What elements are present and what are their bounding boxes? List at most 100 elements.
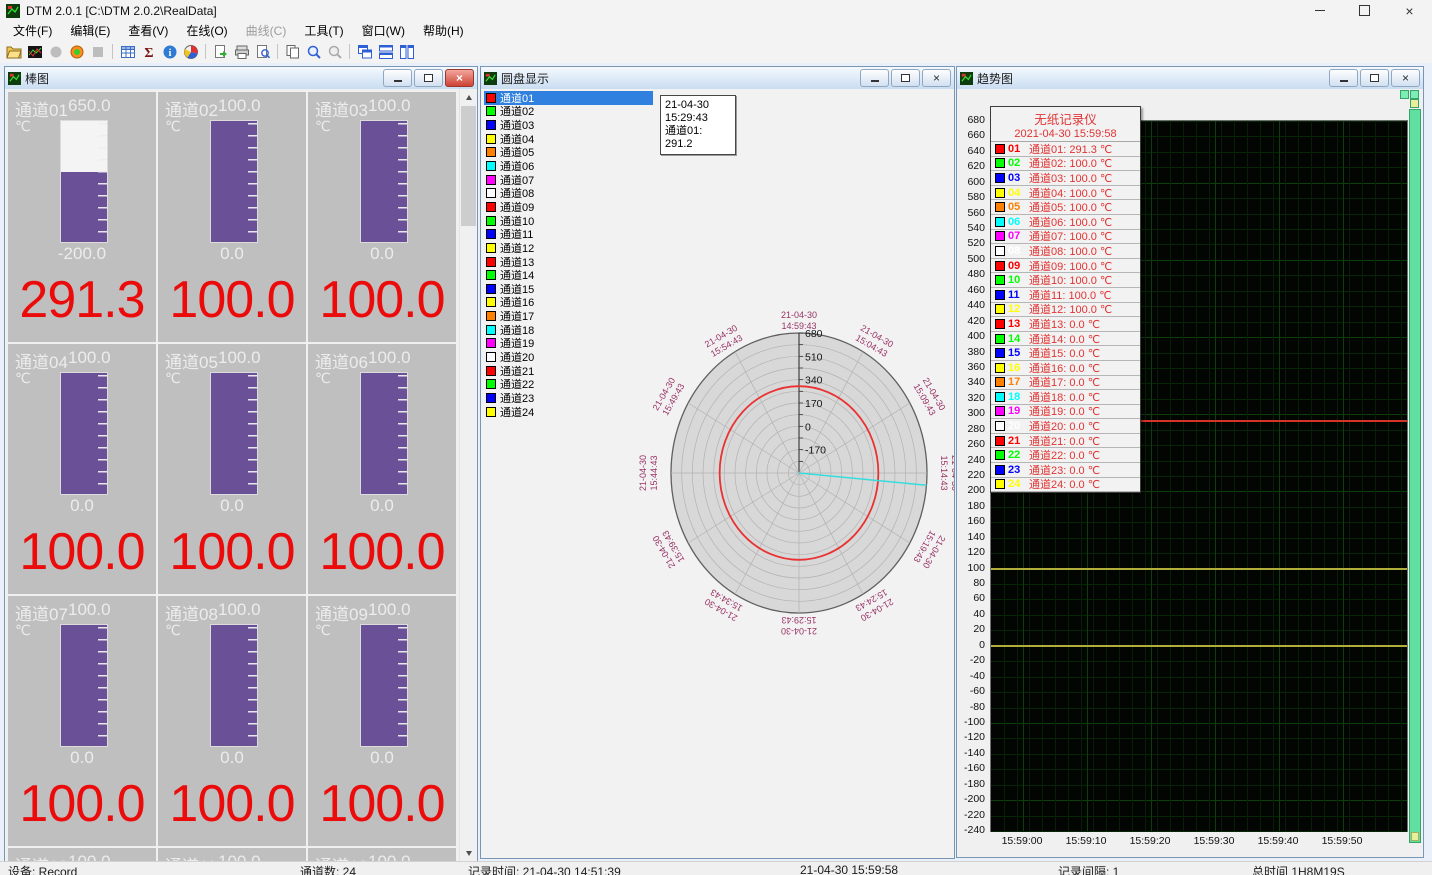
realtime-chart-icon[interactable] xyxy=(25,43,44,61)
channel-color-swatch xyxy=(486,93,496,103)
trend-scrollbar[interactable] xyxy=(1409,109,1421,843)
statistics-sigma-icon[interactable]: Σ xyxy=(139,43,158,61)
gauge-cell: 通道07100.0℃0.0100.0 xyxy=(8,596,156,846)
y-axis-label: 120 xyxy=(957,546,985,558)
disc-restore-button[interactable] xyxy=(891,69,920,87)
x-axis-label: 15:59:30 xyxy=(1194,835,1235,847)
menu-item[interactable]: 在线(O) xyxy=(177,20,236,41)
channel-color-swatch xyxy=(486,393,496,403)
bar-close-button[interactable]: × xyxy=(445,69,474,87)
minimize-button[interactable] xyxy=(1297,0,1342,21)
y-axis-label: 180 xyxy=(957,500,985,512)
gauge-min-label: 0.0 xyxy=(308,244,456,264)
zoom-icon[interactable] xyxy=(304,43,323,61)
play-disabled-icon xyxy=(46,43,65,61)
trend-restore-button[interactable] xyxy=(1360,69,1389,87)
legend-channel-value: 通道12: 100.0 ℃ xyxy=(1029,301,1112,317)
gauge-cell: 通道10100.0℃0.0100.0 xyxy=(8,848,156,861)
bar-scrollbar[interactable] xyxy=(459,89,477,861)
y-axis-label: -60 xyxy=(957,685,985,697)
data-table-icon[interactable] xyxy=(118,43,137,61)
gridline-vertical xyxy=(1349,121,1350,831)
trend-window-titlebar[interactable]: 趋势图 × xyxy=(957,67,1423,90)
gauge-track xyxy=(210,372,258,495)
pie-chart-icon[interactable] xyxy=(181,43,200,61)
menu-item[interactable]: 编辑(E) xyxy=(61,20,119,41)
legend-channel-value: 通道24: 0.0 ℃ xyxy=(1029,476,1100,492)
bar-minimize-button[interactable] xyxy=(383,69,412,87)
record-icon[interactable] xyxy=(67,43,86,61)
menu-item[interactable]: 文件(F) xyxy=(4,20,61,41)
legend-row: 18通道18: 0.0 ℃ xyxy=(991,390,1140,405)
trend-close-button[interactable]: × xyxy=(1391,69,1420,87)
print-preview-icon[interactable] xyxy=(253,43,272,61)
open-file-icon[interactable] xyxy=(4,43,23,61)
legend-channel-number: 18 xyxy=(1008,391,1026,403)
disc-minimize-button[interactable] xyxy=(860,69,889,87)
legend-color-swatch xyxy=(995,465,1005,475)
menu-item[interactable]: 窗口(W) xyxy=(353,20,414,41)
tile-horizontal-icon[interactable] xyxy=(376,43,395,61)
close-button[interactable]: × xyxy=(1387,0,1432,21)
legend-channel-value: 通道08: 100.0 ℃ xyxy=(1029,243,1112,259)
scroll-thumb[interactable] xyxy=(461,106,476,226)
scroll-up-button[interactable] xyxy=(460,89,477,105)
trend-scroll-thumb[interactable] xyxy=(1411,832,1419,841)
gauge-ticks xyxy=(398,375,407,492)
gauge-ticks xyxy=(398,123,407,240)
bar-window-titlebar[interactable]: 棒图 × xyxy=(5,67,477,90)
gauge-max-label: 100.0 xyxy=(218,96,261,116)
menu-item[interactable]: 工具(T) xyxy=(295,20,352,41)
legend-row: 04通道04: 100.0 ℃ xyxy=(991,186,1140,201)
polar-spoke-label: 21-04-3015:09:43 xyxy=(911,376,947,418)
bar-grid: 通道01650.0℃-200.0291.3通道02100.0℃0.0100.0通… xyxy=(8,92,456,861)
legend-row: 21通道21: 0.0 ℃ xyxy=(991,434,1140,449)
gauge-unit: ℃ xyxy=(315,370,331,387)
bar-restore-button[interactable] xyxy=(414,69,443,87)
gauge-track xyxy=(210,120,258,243)
menu-item[interactable]: 帮助(H) xyxy=(414,20,473,41)
menu-item[interactable]: 查看(V) xyxy=(119,20,177,41)
gridline-vertical xyxy=(1337,121,1338,831)
polar-radial-label: 170 xyxy=(805,398,823,410)
status-record-end: 21-04-30 15:59:58 xyxy=(800,863,898,875)
tile-vertical-icon[interactable] xyxy=(397,43,416,61)
y-axis-label: -100 xyxy=(957,716,985,728)
gauge-unit: ℃ xyxy=(165,622,181,639)
gauge-max-label: 100.0 xyxy=(218,348,261,368)
legend-rows: 01通道01: 291.3 ℃02通道02: 100.0 ℃03通道03: 10… xyxy=(991,142,1140,492)
polar-radial-label: 340 xyxy=(805,375,823,387)
gauge-max-label: 100.0 xyxy=(368,600,411,620)
gauge-track xyxy=(210,624,258,747)
disc-window-titlebar[interactable]: 圆盘显示 × xyxy=(481,67,954,90)
y-axis-label: 220 xyxy=(957,469,985,481)
legend-channel-value: 通道23: 0.0 ℃ xyxy=(1029,462,1100,478)
trend-scroll-button[interactable] xyxy=(1410,90,1419,99)
legend-channel-number: 21 xyxy=(1008,435,1026,447)
legend-row: 06通道06: 100.0 ℃ xyxy=(991,215,1140,230)
info-icon[interactable]: i xyxy=(160,43,179,61)
print-icon[interactable] xyxy=(232,43,251,61)
gridline-vertical-major xyxy=(1215,121,1216,831)
y-axis-label: 580 xyxy=(957,191,985,203)
cascade-windows-icon[interactable] xyxy=(355,43,374,61)
copy-icon[interactable] xyxy=(283,43,302,61)
gauge-track xyxy=(60,624,108,747)
legend-color-swatch xyxy=(995,377,1005,387)
polar-spoke-label: 21-04-3015:44:43 xyxy=(638,455,659,491)
gauge-min-label: 0.0 xyxy=(308,748,456,768)
maximize-button[interactable] xyxy=(1342,0,1387,21)
export-icon[interactable] xyxy=(211,43,230,61)
legend-row: 23通道23: 0.0 ℃ xyxy=(991,463,1140,478)
disc-close-button[interactable]: × xyxy=(922,69,951,87)
trend-window-title: 趋势图 xyxy=(977,70,1013,87)
trend-scroll-button[interactable] xyxy=(1410,99,1419,108)
y-axis-label: 560 xyxy=(957,207,985,219)
channel-color-swatch xyxy=(486,120,496,130)
trend-minimize-button[interactable] xyxy=(1329,69,1358,87)
trend-scroll-button[interactable] xyxy=(1400,90,1409,99)
menu-item[interactable]: 曲线(C) xyxy=(237,20,296,41)
scroll-down-button[interactable] xyxy=(460,845,477,861)
legend-channel-value: 通道20: 0.0 ℃ xyxy=(1029,418,1100,434)
toolbar: Σ i xyxy=(0,40,1432,64)
